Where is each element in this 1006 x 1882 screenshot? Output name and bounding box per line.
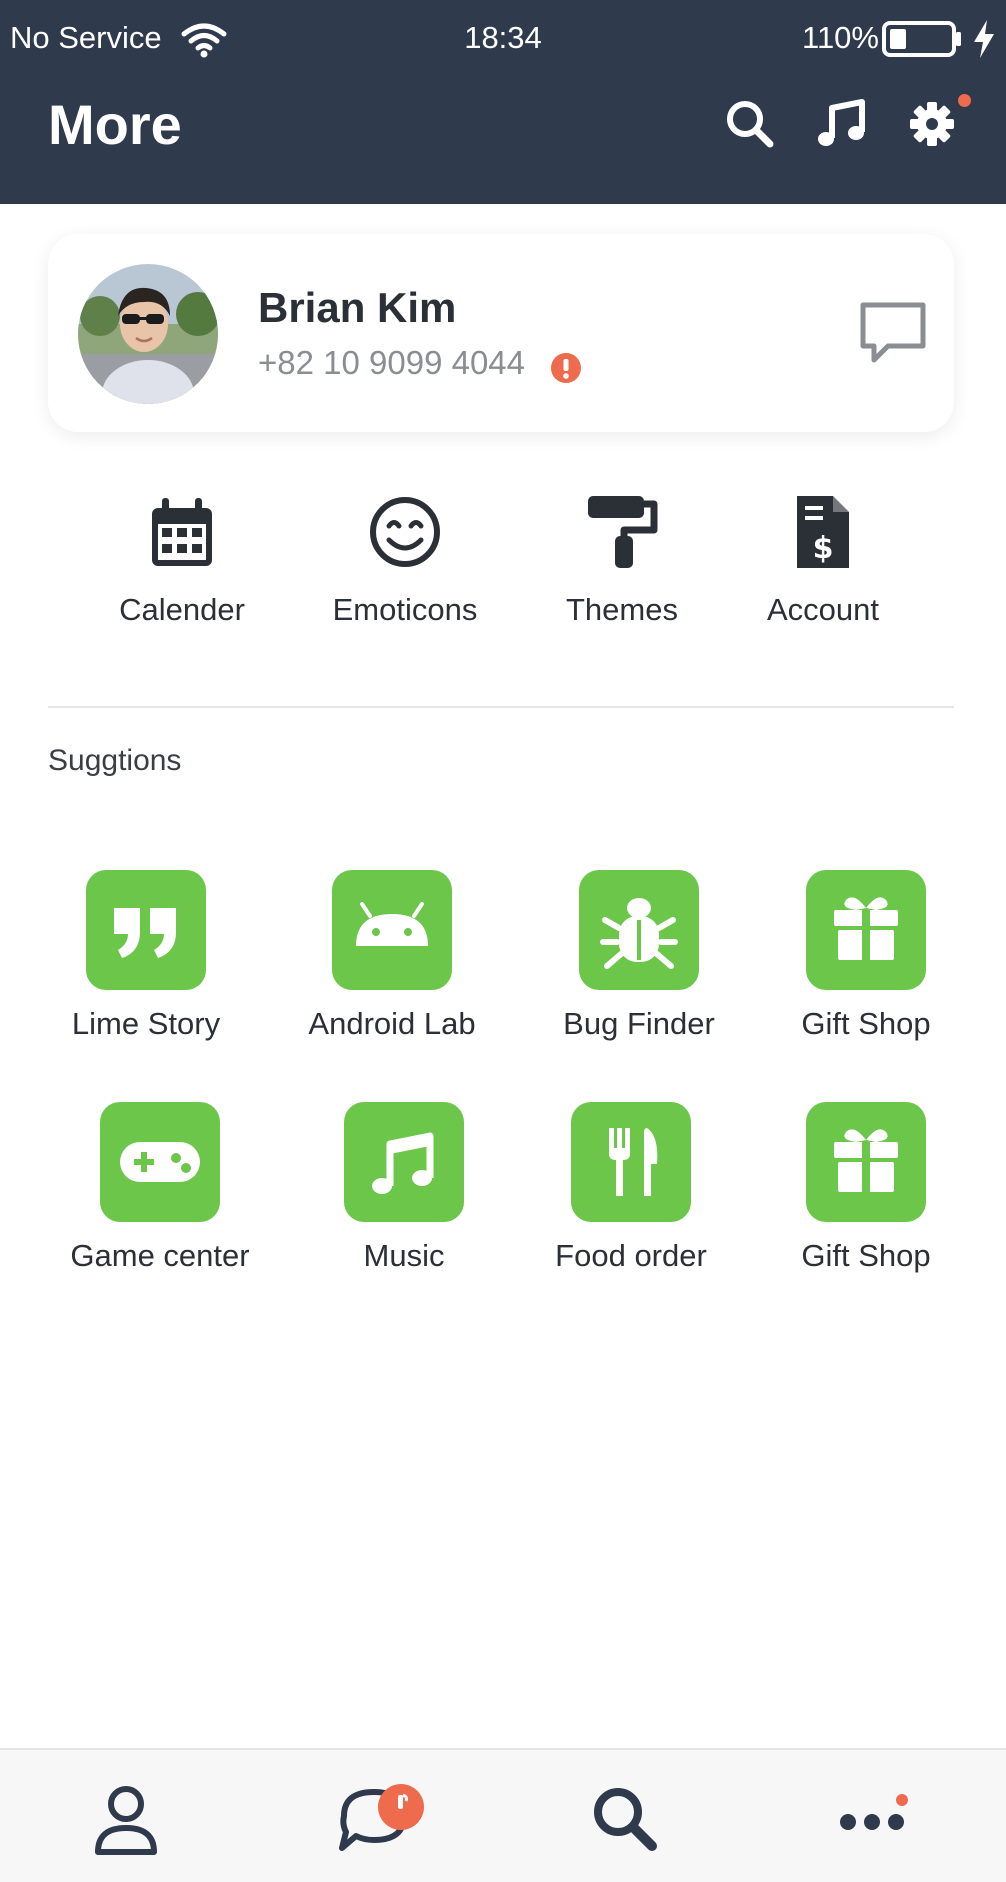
quick-action-emoticons[interactable]: Emoticons bbox=[310, 494, 500, 644]
quick-action-label: Emoticons bbox=[332, 592, 478, 627]
search-icon[interactable] bbox=[584, 1778, 664, 1858]
battery-percentage: 110% bbox=[802, 20, 879, 55]
chat-bubble-icon[interactable] bbox=[858, 300, 928, 366]
chat-notification-badge bbox=[378, 1784, 424, 1830]
search-icon[interactable] bbox=[722, 96, 778, 152]
more-dots-icon[interactable] bbox=[832, 1778, 912, 1858]
suggestion-label: Food order bbox=[555, 1238, 707, 1273]
utensils-icon bbox=[571, 1102, 691, 1222]
more-screen: No Service 18:34 110% More Brian Kim +82… bbox=[0, 0, 1006, 1882]
exclamation-circle-icon bbox=[550, 352, 582, 384]
bug-icon bbox=[579, 870, 699, 990]
charging-bolt-icon bbox=[970, 18, 998, 60]
profile-phone: +82 10 9099 4044 bbox=[258, 344, 526, 381]
quote-icon bbox=[86, 870, 206, 990]
page-title: More bbox=[48, 93, 182, 156]
suggestion-lime-story[interactable]: Lime Story bbox=[36, 870, 256, 1060]
quick-action-account[interactable]: $ Account bbox=[728, 494, 918, 644]
suggestion-game-center[interactable]: Game center bbox=[50, 1102, 270, 1292]
suggestion-label: Gift Shop bbox=[801, 1006, 931, 1041]
profile-card[interactable]: Brian Kim +82 10 9099 4044 bbox=[48, 234, 954, 432]
suggestion-android-lab[interactable]: Android Lab bbox=[282, 870, 502, 1060]
quick-action-label: Calender bbox=[119, 592, 245, 627]
quick-action-label: Account bbox=[766, 592, 879, 627]
header: No Service 18:34 110% More bbox=[0, 0, 1006, 204]
gear-icon[interactable] bbox=[904, 96, 960, 152]
paint-roller-icon bbox=[584, 494, 660, 570]
suggestion-food-order[interactable]: Food order bbox=[521, 1102, 741, 1292]
suggestion-label: Music bbox=[363, 1238, 445, 1273]
android-icon bbox=[332, 870, 452, 990]
person-icon[interactable] bbox=[86, 1778, 166, 1858]
profile-name: Brian Kim bbox=[258, 284, 457, 331]
battery-icon bbox=[882, 20, 962, 58]
settings-notification-dot bbox=[958, 94, 971, 107]
quick-action-themes[interactable]: Themes bbox=[527, 494, 717, 644]
gift-icon bbox=[806, 1102, 926, 1222]
calendar-icon bbox=[144, 494, 220, 570]
status-bar: No Service 18:34 110% bbox=[0, 0, 1006, 80]
suggestion-label: Game center bbox=[70, 1238, 250, 1273]
quick-action-calendar[interactable]: Calender bbox=[87, 494, 277, 644]
music-note-icon[interactable] bbox=[814, 96, 870, 152]
suggestion-bug-finder[interactable]: Bug Finder bbox=[529, 870, 749, 1060]
avatar[interactable] bbox=[78, 264, 218, 404]
gift-icon bbox=[806, 870, 926, 990]
music-note-icon bbox=[344, 1102, 464, 1222]
svg-text:$: $ bbox=[813, 531, 834, 566]
suggestion-label: Android Lab bbox=[308, 1006, 476, 1041]
invoice-dollar-icon: $ bbox=[785, 494, 861, 570]
section-divider bbox=[48, 706, 954, 708]
suggestion-label: Lime Story bbox=[71, 1006, 221, 1041]
suggestion-label: Gift Shop bbox=[801, 1238, 931, 1273]
more-notification-dot bbox=[896, 1794, 908, 1806]
quick-action-label: Themes bbox=[566, 592, 678, 627]
suggestion-gift-shop[interactable]: Gift Shop bbox=[756, 1102, 976, 1292]
suggestion-gift-shop[interactable]: Gift Shop bbox=[756, 870, 976, 1060]
smile-icon bbox=[367, 494, 443, 570]
suggestions-title: Suggtions bbox=[48, 744, 182, 777]
gamepad-icon bbox=[100, 1102, 220, 1222]
suggestion-label: Bug Finder bbox=[563, 1006, 715, 1041]
suggestion-music[interactable]: Music bbox=[294, 1102, 514, 1292]
